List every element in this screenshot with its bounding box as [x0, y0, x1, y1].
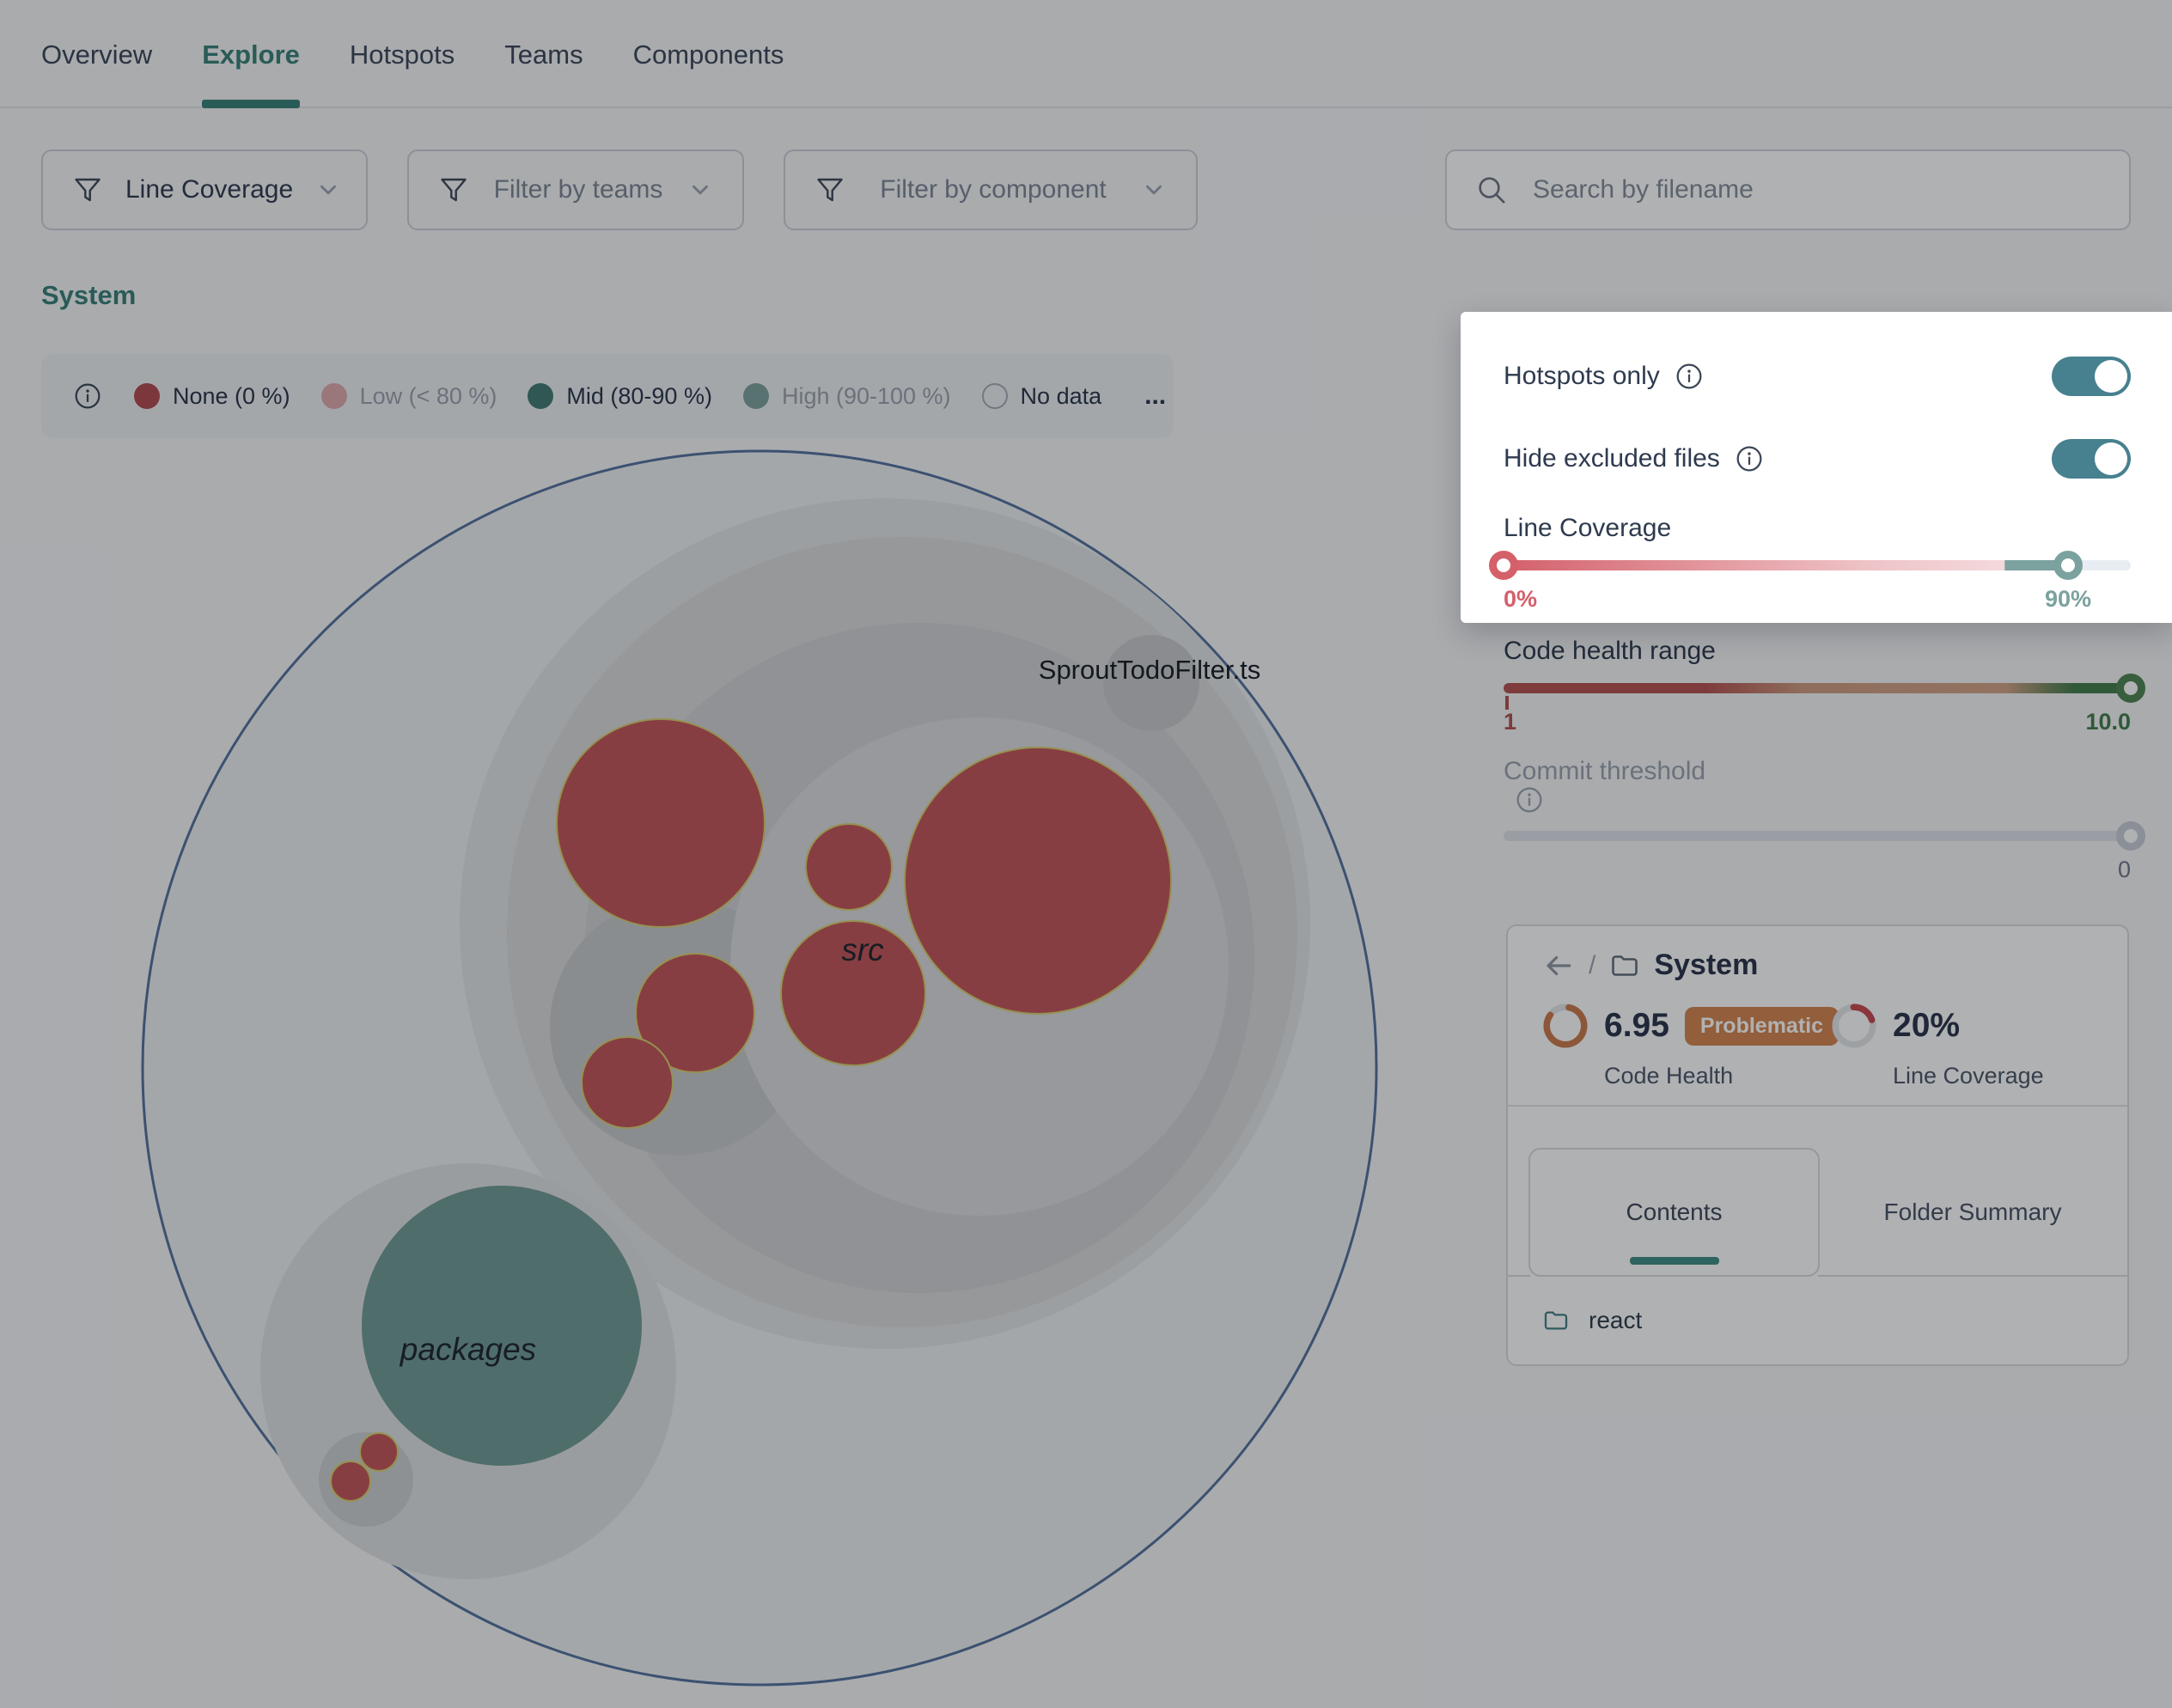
toggle-knob	[2095, 442, 2127, 475]
hotspots-only-toggle[interactable]	[2052, 357, 2131, 396]
slider-track[interactable]	[1504, 560, 2131, 570]
line-coverage-slider[interactable]	[1504, 550, 2131, 581]
slider-handle-max[interactable]	[2053, 551, 2083, 580]
spotlight-filters-panel: Hotspots only Hide excluded files Line C…	[1461, 312, 2172, 623]
info-icon[interactable]	[1736, 445, 1763, 473]
hide-excluded-label: Hide excluded files	[1504, 444, 1720, 473]
line-coverage-slider-label: Line Coverage	[1504, 514, 2131, 543]
line-coverage-max-value: 90%	[2045, 586, 2091, 613]
hide-excluded-row: Hide excluded files	[1504, 435, 2131, 483]
hide-excluded-toggle[interactable]	[2052, 439, 2131, 479]
info-icon[interactable]	[1675, 363, 1703, 390]
toggle-knob	[2095, 360, 2127, 393]
line-coverage-min-value: 0%	[1504, 586, 1537, 613]
slider-handle-min[interactable]	[1489, 551, 1518, 580]
hotspots-only-label: Hotspots only	[1504, 362, 1660, 391]
dim-overlay	[0, 0, 2172, 1708]
hotspots-only-row: Hotspots only	[1504, 352, 2131, 400]
